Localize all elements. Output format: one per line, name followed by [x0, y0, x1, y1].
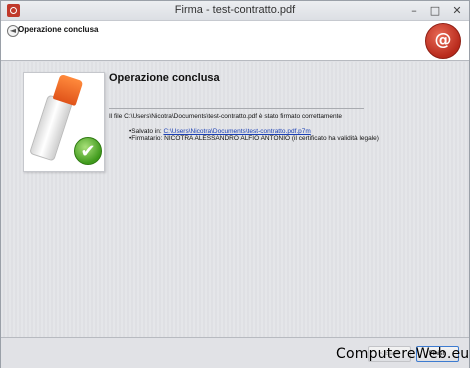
signing-wizard-window: Firma - test-contratto.pdf – □ ✕ ◄ Opera…: [0, 0, 470, 368]
saved-label: •Salvato in:: [129, 128, 164, 135]
page-title: Operazione conclusa: [109, 72, 220, 84]
signer-line: •Firmatario: NICOTRA ALESSANDRO ALFIO AN…: [129, 135, 379, 142]
result-message: Il file C:\Users\Nicotra\Documents\test-…: [109, 113, 343, 120]
maximize-button[interactable]: □: [424, 1, 446, 21]
watermark-text: ComputereWeb.eu: [336, 346, 470, 362]
close-button[interactable]: ✕: [445, 1, 469, 21]
divider: [109, 108, 364, 109]
window-title: Firma - test-contratto.pdf: [174, 4, 296, 16]
header-title: Operazione conclusa: [18, 25, 99, 34]
success-check-icon: ✔: [74, 137, 102, 165]
usb-token-illustration: ✔: [23, 72, 105, 172]
minimize-button[interactable]: –: [403, 1, 425, 21]
saved-file-link[interactable]: C:\Users\Nicotra\Documents\test-contratt…: [163, 128, 310, 135]
wizard-content: ✔ Operazione conclusa Il file C:\Users\N…: [1, 62, 469, 337]
wizard-header: ◄ Operazione conclusa @: [1, 21, 469, 61]
signature-logo-icon: @: [425, 23, 461, 59]
title-bar: Firma - test-contratto.pdf – □ ✕: [1, 1, 469, 21]
usb-key-body: [29, 94, 73, 162]
logo-glyph: @: [434, 30, 452, 50]
saved-path-line: •Salvato in: C:\Users\Nicotra\Documents\…: [129, 128, 311, 135]
